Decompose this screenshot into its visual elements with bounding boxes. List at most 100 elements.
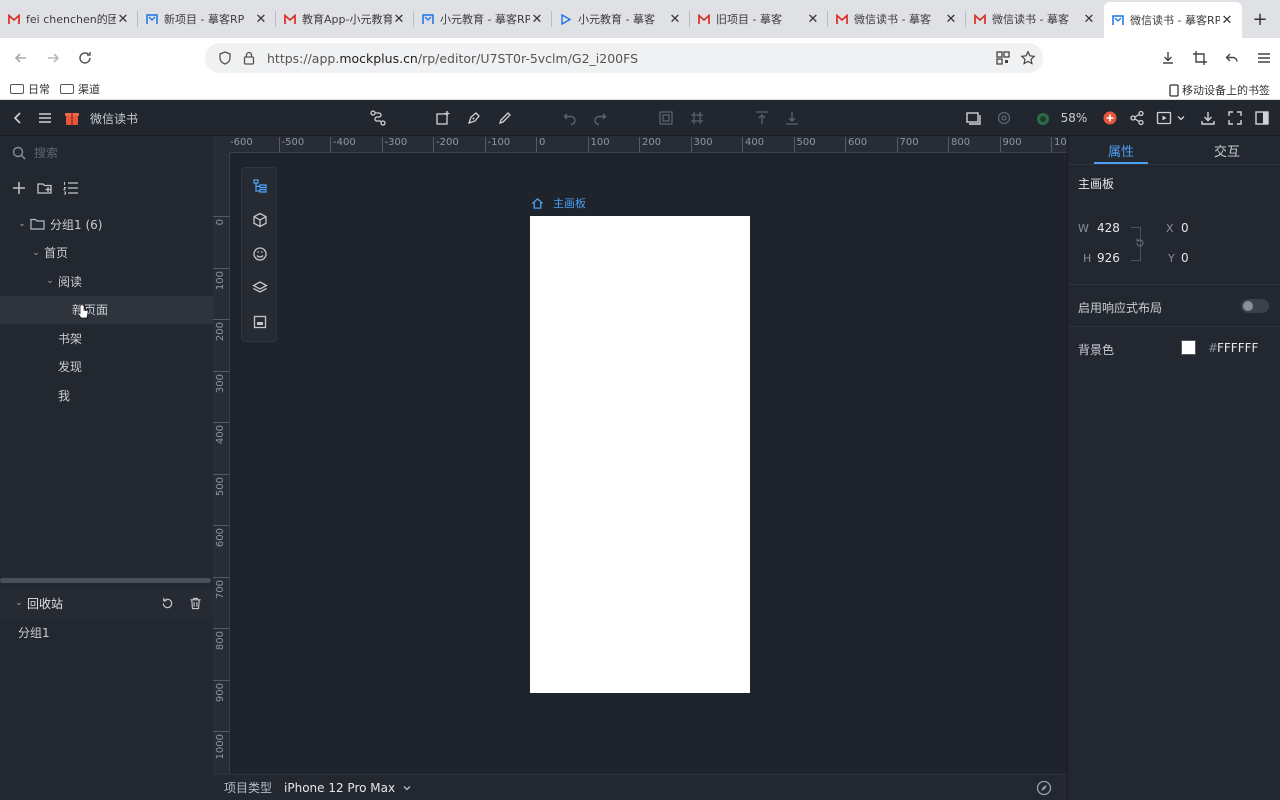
close-icon[interactable]: ✕ — [1220, 13, 1234, 28]
browser-tab[interactable]: 旧项目 - 摹客 ✕ — [690, 0, 828, 38]
redo-button[interactable] — [590, 100, 610, 136]
preview-dropdown[interactable] — [1175, 100, 1187, 136]
tab-interactions[interactable]: 交互 — [1174, 136, 1280, 164]
undo-button[interactable] — [560, 100, 580, 136]
close-icon[interactable]: ✕ — [1082, 12, 1096, 27]
star-icon[interactable] — [1020, 50, 1036, 66]
new-tab-button[interactable]: + — [1242, 0, 1278, 38]
vertical-ruler[interactable]: 010020030040050060070080090010001100 — [213, 153, 230, 774]
reload-button[interactable] — [69, 42, 101, 74]
close-icon[interactable]: ✕ — [806, 12, 820, 27]
share-button[interactable] — [1127, 100, 1147, 136]
browser-tab[interactable]: 教育App-小元教育 ✕ — [276, 0, 414, 38]
add-collaborator-button[interactable] — [1100, 100, 1120, 136]
browser-tab[interactable]: 小元教育 - 摹客RP ✕ — [414, 0, 552, 38]
tree-item-label: 书架 — [58, 331, 83, 346]
browser-tab[interactable]: 小元教育 - 摹客 ✕ — [552, 0, 690, 38]
empty-trash-button[interactable] — [186, 594, 204, 612]
link-lock-icon[interactable] — [1134, 237, 1146, 249]
menu-button[interactable] — [1248, 42, 1280, 74]
recycle-item[interactable]: 分组1 — [18, 624, 50, 641]
add-page-button[interactable] — [6, 175, 32, 201]
components-tool[interactable] — [242, 206, 278, 234]
add-component-button[interactable] — [433, 100, 453, 136]
address-bar[interactable]: https://app.mockplus.cn/rp/editor/U7ST0r… — [205, 43, 1043, 73]
browser-tab[interactable]: 微信读书 - 摹客 ✕ — [966, 0, 1104, 38]
project-title[interactable]: 微信读书 — [90, 100, 138, 136]
browser-tab[interactable]: 微信读书 - 摹客RP ✕ — [1104, 2, 1242, 38]
forward-button[interactable] — [37, 42, 69, 74]
toggle-right-panel-button[interactable] — [1252, 100, 1272, 136]
browser-tab[interactable]: 微信读书 - 摹客 ✕ — [828, 0, 966, 38]
qr-code-icon[interactable] — [995, 50, 1011, 66]
zoom-level[interactable]: 58% — [1058, 100, 1090, 136]
compass-icon[interactable] — [1036, 780, 1052, 796]
recycle-bin-header[interactable]: ⌄ 回收站 — [0, 588, 213, 618]
chevron-down-icon[interactable] — [403, 784, 411, 792]
background-color-input[interactable]: FFFFFF — [1217, 341, 1258, 355]
horizontal-ruler[interactable]: -600 -500 -400 -300 -200 -100 0 100 200 300 400 500… — [230, 136, 1067, 153]
fullscreen-button[interactable] — [1225, 100, 1245, 136]
browser-tab[interactable]: fei chenchen的团队✕ — [0, 0, 138, 38]
tree-item[interactable]: 新页面 — [0, 295, 213, 324]
chevron-down-icon[interactable]: ⌄ — [44, 276, 56, 286]
undo-close-button[interactable] — [1216, 42, 1248, 74]
project-type-select[interactable]: iPhone 12 Pro Max — [284, 781, 395, 795]
outline-list-button[interactable] — [58, 175, 84, 201]
preview-button[interactable] — [1154, 100, 1174, 136]
pen-tool-button[interactable] — [464, 100, 484, 136]
y-input[interactable]: 0 — [1181, 251, 1189, 265]
background-color-swatch[interactable] — [1181, 340, 1196, 355]
ruler-tick-label: 300 — [215, 373, 226, 393]
add-folder-button[interactable] — [32, 175, 58, 201]
tree-item[interactable]: 我 — [0, 381, 213, 409]
align-bottom-button[interactable] — [782, 100, 802, 136]
layers-tool[interactable] — [242, 274, 278, 302]
search-input[interactable] — [34, 146, 194, 160]
bookmark-folder-channel[interactable]: 渠道 — [60, 81, 100, 97]
close-icon[interactable]: ✕ — [944, 12, 958, 27]
close-icon[interactable]: ✕ — [668, 12, 682, 27]
group-button[interactable] — [656, 100, 676, 136]
ungroup-button[interactable] — [687, 100, 707, 136]
chevron-down-icon[interactable]: ⌄ — [16, 219, 28, 229]
x-input[interactable]: 0 — [1181, 221, 1189, 235]
icons-tool[interactable] — [242, 240, 278, 268]
close-icon[interactable]: ✕ — [254, 12, 268, 27]
responsive-layout-toggle[interactable] — [1241, 299, 1269, 313]
link-tool-button[interactable] — [368, 100, 388, 136]
tab-properties[interactable]: 属性 — [1068, 136, 1174, 164]
back-button[interactable] — [8, 100, 28, 136]
back-button[interactable] — [5, 42, 37, 74]
device-frame-button[interactable] — [963, 100, 983, 136]
close-icon[interactable]: ✕ — [116, 12, 130, 27]
restore-button[interactable] — [158, 594, 176, 612]
panel-scrollbar[interactable] — [0, 578, 211, 583]
height-input[interactable]: 926 — [1097, 251, 1120, 265]
tree-item[interactable]: ⌄ 分组1 (6) — [0, 210, 213, 238]
pencil-tool-button[interactable] — [495, 100, 515, 136]
masters-tool[interactable] — [242, 308, 278, 336]
browser-tab[interactable]: 新项目 - 摹客RP ✕ — [138, 0, 276, 38]
width-input[interactable]: 428 — [1097, 221, 1120, 235]
mobile-bookmarks[interactable]: 移动设备上的书签 — [1169, 82, 1270, 98]
chevron-down-icon[interactable]: ⌄ — [30, 248, 42, 258]
settings-button[interactable] — [994, 100, 1014, 136]
tree-item[interactable]: ⌄ 阅读 — [0, 267, 213, 295]
main-menu-button[interactable] — [35, 100, 55, 136]
close-icon[interactable]: ✕ — [392, 12, 406, 27]
page-tree-tool[interactable] — [242, 172, 278, 200]
align-top-button[interactable] — [752, 100, 772, 136]
artboard[interactable] — [530, 216, 750, 693]
downloads-button[interactable] — [1152, 42, 1184, 74]
collaborator-avatar[interactable] — [1033, 100, 1053, 136]
shield-icon — [219, 51, 231, 65]
tree-item[interactable]: 书架 — [0, 324, 213, 352]
tree-item[interactable]: ⌄ 首页 — [0, 239, 213, 267]
bookmark-folder-daily[interactable]: 日常 — [10, 81, 50, 97]
artboard-label[interactable]: 主画板 — [531, 195, 586, 211]
tree-item[interactable]: 发现 — [0, 353, 213, 381]
screenshot-button[interactable] — [1184, 42, 1216, 74]
export-button[interactable] — [1198, 100, 1218, 136]
close-icon[interactable]: ✕ — [530, 12, 544, 27]
